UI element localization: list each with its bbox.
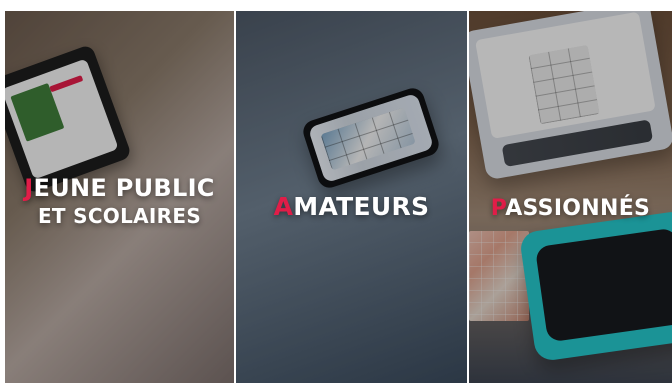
drawing-tablet-surface [534,227,672,343]
caption-accent-letter: J [24,174,34,202]
tablet-icon [5,43,133,195]
laptop-screen [474,11,656,139]
storyboard-preview [528,44,600,125]
tile-passionnes[interactable]: PASSIONNÉS [469,11,672,383]
color-swatches-icon [469,231,529,321]
phone-icon [300,85,442,191]
laptop-icon [469,11,672,181]
tile-caption: JEUNE PUBLIC ET SCOLAIRES [5,176,234,226]
caption-line-1: PASSIONNÉS [469,198,672,220]
tile-caption: PASSIONNÉS [469,198,672,220]
tablet-accent-bar [49,75,84,93]
tile-caption: AMATEURS [236,194,467,219]
caption-line-1: AMATEURS [236,194,467,219]
phone-screen [307,92,435,184]
audience-tiles: JEUNE PUBLIC ET SCOLAIRES AMATEURS PASSI… [5,11,672,383]
caption-line-2: ET SCOLAIRES [37,204,202,228]
caption-rest: MATEURS [293,192,430,221]
caption-line-1: JEUNE PUBLIC [5,176,234,200]
caption-rest: ASSIONNÉS [505,196,651,221]
caption-accent-letter: P [490,196,506,221]
tile-jeune-public[interactable]: JEUNE PUBLIC ET SCOLAIRES [5,11,234,383]
tablet-screen [5,58,119,180]
tablet-illustration [10,82,65,142]
tile-amateurs[interactable]: AMATEURS [236,11,467,383]
caption-rest: EUNE PUBLIC [33,174,215,202]
caption-accent-letter: A [273,192,294,221]
drawing-tablet-icon [518,209,672,363]
comic-preview [320,107,416,171]
